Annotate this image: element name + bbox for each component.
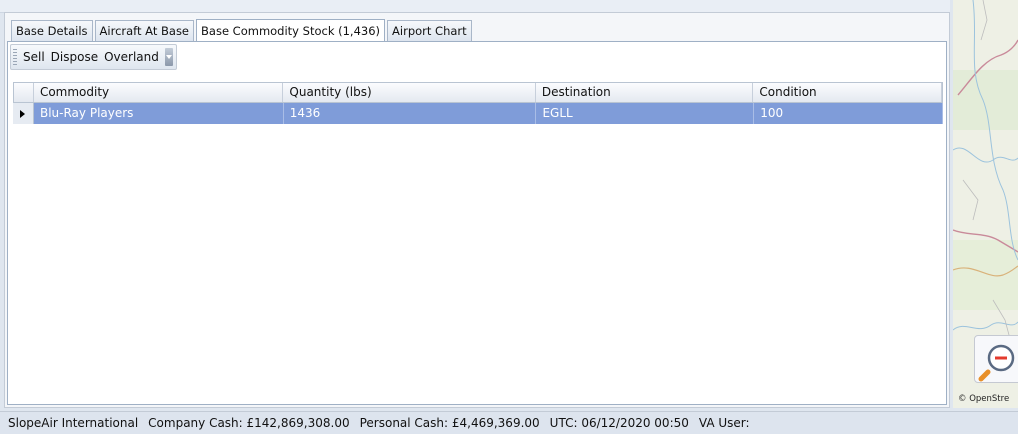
tab-content: Sell Dispose Overland Commodity Quantity… — [7, 41, 947, 405]
map-attribution[interactable]: © OpenStre — [958, 394, 1009, 404]
commodity-grid: Commodity Quantity (lbs) Destination Con… — [13, 82, 944, 124]
column-header-commodity[interactable]: Commodity — [34, 83, 284, 102]
status-va-user: VA User: — [698, 416, 750, 430]
zoom-out-icon — [978, 344, 1015, 382]
sell-button[interactable]: Sell — [20, 47, 48, 67]
toolbar-grip[interactable] — [13, 49, 17, 65]
column-header-destination[interactable]: Destination — [536, 83, 754, 102]
tab-base-commodity-stock[interactable]: Base Commodity Stock (1,436) — [196, 19, 386, 42]
cell-condition[interactable]: 100 — [754, 103, 944, 124]
column-header-condition[interactable]: Condition — [753, 83, 942, 102]
row-selector[interactable] — [13, 103, 34, 124]
cell-destination[interactable]: EGLL — [536, 103, 755, 124]
chevron-down-icon — [165, 55, 172, 59]
status-personal-cash: Personal Cash: £4,469,369.00 — [359, 416, 540, 430]
row-header-corner — [14, 83, 34, 102]
table-row[interactable]: Blu-Ray Players 1436 EGLL 100 — [13, 103, 944, 124]
tab-base-details[interactable]: Base Details — [11, 20, 93, 41]
cell-commodity[interactable]: Blu-Ray Players — [34, 103, 284, 124]
toolbar: Sell Dispose Overland — [10, 44, 177, 70]
status-company-cash: Company Cash: £142,869,308.00 — [148, 416, 350, 430]
tab-strip: Base Details Aircraft At Base Base Commo… — [11, 19, 474, 42]
cell-quantity[interactable]: 1436 — [284, 103, 537, 124]
column-header-quantity[interactable]: Quantity (lbs) — [283, 83, 536, 102]
dispose-button[interactable]: Dispose — [48, 47, 101, 67]
tab-aircraft-at-base[interactable]: Aircraft At Base — [94, 20, 195, 41]
tab-airport-chart[interactable]: Airport Chart — [387, 20, 472, 41]
zoom-out-button[interactable] — [974, 335, 1018, 383]
grid-header: Commodity Quantity (lbs) Destination Con… — [13, 82, 943, 103]
toolbar-overflow-dropdown[interactable] — [164, 48, 173, 66]
overland-button[interactable]: Overland — [101, 47, 162, 67]
current-row-arrow-icon — [20, 109, 26, 118]
status-bar: SlopeAir International Company Cash: £14… — [0, 411, 1018, 434]
status-company: SlopeAir International — [8, 416, 139, 430]
main-panel: Base Details Aircraft At Base Base Commo… — [4, 12, 950, 408]
status-utc: UTC: 06/12/2020 00:50 — [549, 416, 689, 430]
